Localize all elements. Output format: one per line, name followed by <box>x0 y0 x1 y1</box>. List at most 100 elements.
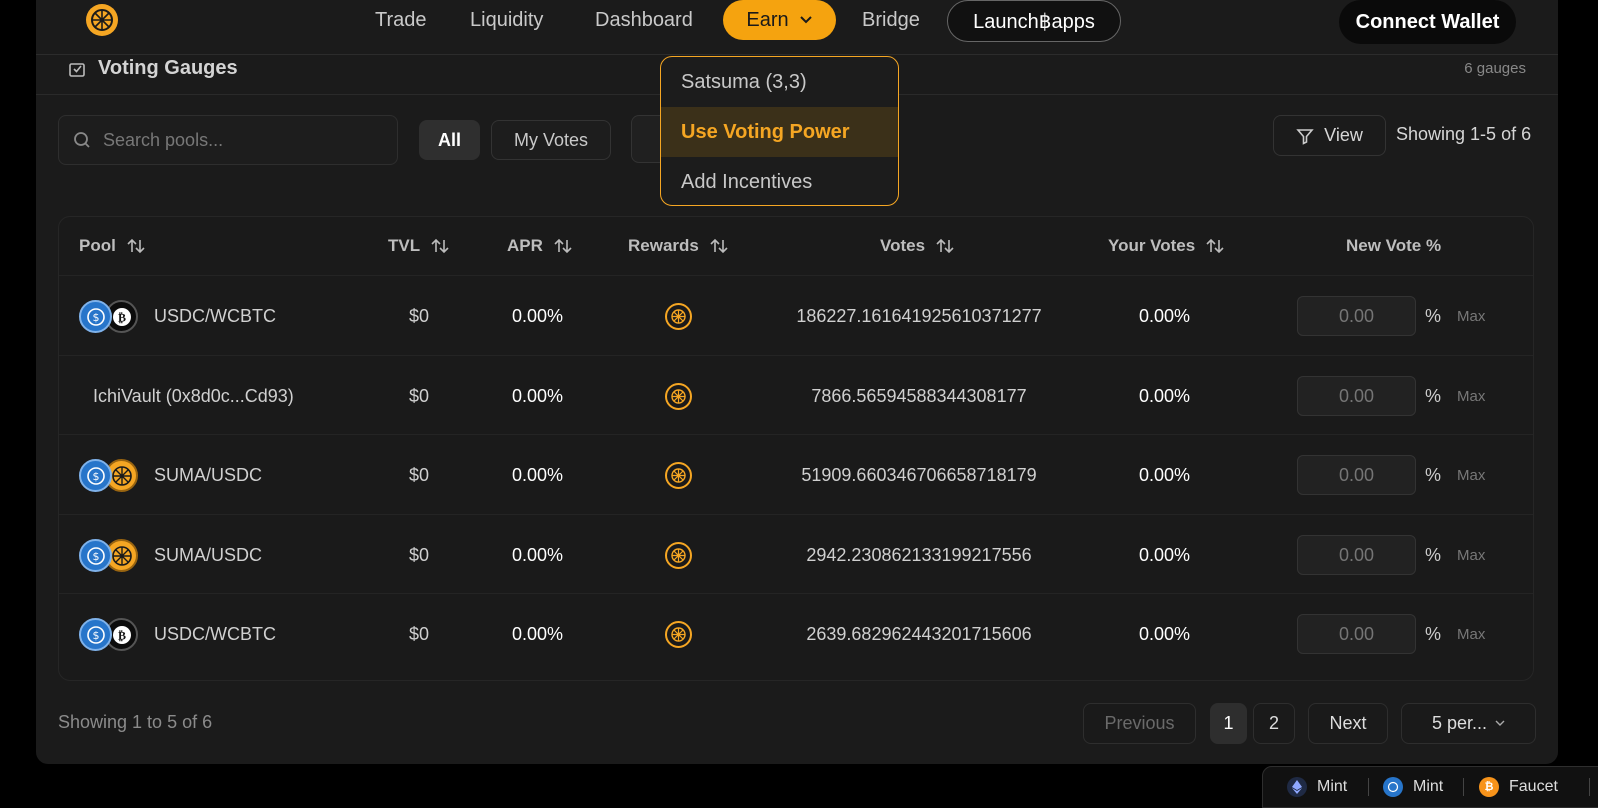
btc-icon: ₿ <box>1479 776 1499 797</box>
pool-name[interactable]: USDC/WCBTC <box>154 594 276 675</box>
tvl-value: $0 <box>409 545 430 565</box>
header-new-vote: New Vote % <box>1346 236 1441 256</box>
nav-dashboard[interactable]: Dashboard <box>595 6 693 34</box>
mint-eth-button[interactable]: Mint <box>1287 767 1347 806</box>
pool-token-icons: $ <box>79 539 143 573</box>
page-2-button[interactable]: 2 <box>1253 703 1295 744</box>
per-page-select[interactable]: 5 per... <box>1401 703 1536 744</box>
usdc-icon: $ <box>79 618 112 651</box>
connect-wallet-button[interactable]: Connect Wallet <box>1339 0 1516 44</box>
percent-sign: % <box>1425 545 1442 565</box>
apr-value: 0.00% <box>512 386 564 406</box>
suma-reward-icon[interactable] <box>665 303 692 330</box>
max-button[interactable]: Max <box>1457 515 1485 596</box>
earn-label: Earn <box>746 8 789 31</box>
suma-reward-icon[interactable] <box>665 383 692 410</box>
header-votes-label: Votes <box>880 236 926 255</box>
mint-eth-label: Mint <box>1317 777 1348 795</box>
mint-usdc-button[interactable]: Mint <box>1383 767 1443 806</box>
separator <box>1368 778 1369 796</box>
filter-my-votes-button[interactable]: My Votes <box>491 120 611 160</box>
gauge-count: 6 gauges <box>1464 60 1526 77</box>
max-button[interactable]: Max <box>1457 435 1485 516</box>
percent-sign: % <box>1425 624 1442 644</box>
header-rewards[interactable]: Rewards <box>628 236 729 256</box>
header-pool[interactable]: Pool <box>79 236 146 256</box>
votes-value: 51909.660346706658718179 <box>801 465 1037 485</box>
header-votes[interactable]: Votes <box>880 236 955 256</box>
rewards-cell <box>665 356 692 437</box>
new-vote-input[interactable] <box>1297 376 1416 416</box>
max-button[interactable]: Max <box>1457 356 1485 437</box>
next-button[interactable]: Next <box>1308 703 1388 744</box>
header-tvl-label: TVL <box>388 236 421 255</box>
suma-reward-icon[interactable] <box>665 542 692 569</box>
separator <box>1463 778 1464 796</box>
showing-count-top: Showing 1-5 of 6 <box>1396 124 1532 144</box>
percent-sign: % <box>1425 386 1442 406</box>
header-tvl[interactable]: TVL <box>388 236 450 256</box>
previous-button[interactable]: Previous <box>1083 703 1196 744</box>
votes-value: 2942.230862133199217556 <box>806 545 1032 565</box>
max-button[interactable]: Max <box>1457 276 1485 357</box>
svg-text:$: $ <box>92 550 99 563</box>
header-apr[interactable]: APR <box>507 236 573 256</box>
new-vote-input[interactable] <box>1297 296 1416 336</box>
eth-icon <box>1287 776 1307 797</box>
header-new-vote-label: New Vote % <box>1346 236 1442 255</box>
nav-trade[interactable]: Trade <box>375 6 427 34</box>
pool-name[interactable]: SUMA/USDC <box>154 515 262 596</box>
separator <box>1589 778 1590 796</box>
sort-icon <box>710 238 728 254</box>
votes-value: 2639.682962443201715606 <box>806 624 1032 644</box>
new-vote-input[interactable] <box>1297 535 1416 575</box>
faucet-btc-button[interactable]: ₿ Faucet <box>1479 767 1558 806</box>
tvl-value: $0 <box>409 624 430 644</box>
svg-text:$: $ <box>92 629 99 642</box>
nav-bridge[interactable]: Bridge <box>862 6 920 34</box>
percent-sign: % <box>1425 306 1442 326</box>
votes-value: 7866.56594588344308177 <box>811 386 1027 406</box>
suma-reward-icon[interactable] <box>665 621 692 648</box>
new-vote-input[interactable] <box>1297 614 1416 654</box>
search-box[interactable] <box>58 115 398 165</box>
apr-value: 0.00% <box>512 306 564 326</box>
new-vote-input[interactable] <box>1297 455 1416 495</box>
menu-item-add-incentives[interactable]: Add Incentives <box>661 157 898 205</box>
table-row: $ ₿ USDC/WCBTC $0 0.00% 2639.6829624432017156… <box>59 593 1533 674</box>
logo-icon[interactable] <box>86 4 118 36</box>
suma-reward-icon[interactable] <box>665 462 692 489</box>
svg-text:$: $ <box>92 470 99 483</box>
sort-icon <box>1206 238 1224 254</box>
pool-name[interactable]: USDC/WCBTC <box>154 276 276 357</box>
tvl-value: $0 <box>409 465 430 485</box>
pool-name[interactable]: SUMA/USDC <box>154 435 262 516</box>
usdc-icon: $ <box>79 300 112 333</box>
table-row: $ SUMA/USDC $0 0.00% 2942.230862133199217556… <box>59 514 1533 595</box>
max-button[interactable]: Max <box>1457 594 1485 675</box>
apr-value: 0.00% <box>512 465 564 485</box>
menu-item-satsuma[interactable]: Satsuma (3,3) <box>661 57 898 107</box>
table-row: IchiVault (0x8d0c...Cd93) $0 0.00% 7866.565… <box>59 355 1533 436</box>
apr-value: 0.00% <box>512 624 564 644</box>
per-page-label: 5 per... <box>1431 713 1488 733</box>
filter-all-button[interactable]: All <box>419 120 480 160</box>
mint-usdc-label: Mint <box>1413 777 1444 795</box>
faucet-btc-label: Faucet <box>1509 777 1558 795</box>
header-pool-label: Pool <box>79 236 116 255</box>
view-label: View <box>1324 125 1363 145</box>
vote-box-icon <box>69 63 85 77</box>
menu-item-use-voting-power[interactable]: Use Voting Power <box>661 107 898 157</box>
header-your-votes[interactable]: Your Votes <box>1108 236 1225 256</box>
pool-name[interactable]: IchiVault (0x8d0c...Cd93) <box>93 356 294 437</box>
view-button[interactable]: View <box>1273 115 1386 156</box>
your-votes-value: 0.00% <box>1139 624 1191 644</box>
nav-liquidity[interactable]: Liquidity <box>470 6 543 34</box>
nav-earn-button[interactable]: Earn <box>723 0 836 40</box>
page-1-button[interactable]: 1 <box>1210 703 1247 744</box>
launch-apps-button[interactable]: Launch฿apps <box>947 0 1121 42</box>
svg-text:₿: ₿ <box>117 310 125 324</box>
sort-icon <box>936 238 954 254</box>
search-input[interactable] <box>103 129 373 151</box>
tvl-value: $0 <box>409 306 430 326</box>
